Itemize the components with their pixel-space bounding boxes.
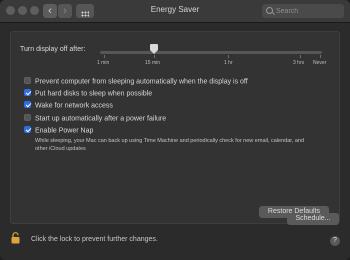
power-nap-checkbox[interactable] [24,126,31,133]
title-bar: ‹ › Energy Saver [0,0,350,23]
help-button[interactable]: ? [330,236,340,246]
tick-label-1-hr: 1 hr [224,60,233,66]
option-hard-disks-sleep[interactable]: Put hard disks to sleep when possible [24,89,153,98]
slider-tick [104,55,105,58]
slider-tick [300,55,301,58]
option-label: Start up automatically after a power fai… [35,115,167,123]
tick-label-3-hrs: 3 hrs [293,60,305,66]
slider-tick [320,55,321,58]
schedule-button[interactable]: Schedule... [287,213,339,225]
option-start-after-power-failure[interactable]: Start up automatically after a power fai… [24,114,167,123]
prevent-sleep-checkbox[interactable] [24,77,31,84]
slider-tick [228,55,229,58]
search-icon [266,7,273,14]
lock-message: Click the lock to prevent further change… [31,236,158,243]
power-nap-description: While sleeping, your Mac can back up usi… [35,138,305,152]
option-label: Prevent computer from sleeping automatic… [35,78,248,86]
display-sleep-label: Turn display off after: [20,46,86,53]
energy-saver-window: ‹ › Energy Saver Turn display off after:… [0,0,350,260]
tick-label-never: Never [313,60,327,66]
option-label: Put hard disks to sleep when possible [35,90,153,98]
search-input[interactable] [262,4,344,18]
wake-network-checkbox[interactable] [24,101,31,108]
option-label: Enable Power Nap [35,127,94,135]
hard-disks-sleep-checkbox[interactable] [24,89,31,96]
option-wake-network[interactable]: Wake for network access [24,101,113,110]
tick-label-15-min: 15 min [145,60,161,66]
start-after-power-failure-checkbox[interactable] [24,114,31,121]
option-prevent-sleep[interactable]: Prevent computer from sleeping automatic… [24,77,248,86]
slider-tick [154,55,155,58]
option-label: Wake for network access [35,102,113,110]
option-power-nap[interactable]: Enable Power Nap [24,126,94,135]
lock-icon[interactable] [11,232,20,244]
display-sleep-slider[interactable] [100,51,322,54]
tick-label-1-min: 1 min [97,60,110,66]
